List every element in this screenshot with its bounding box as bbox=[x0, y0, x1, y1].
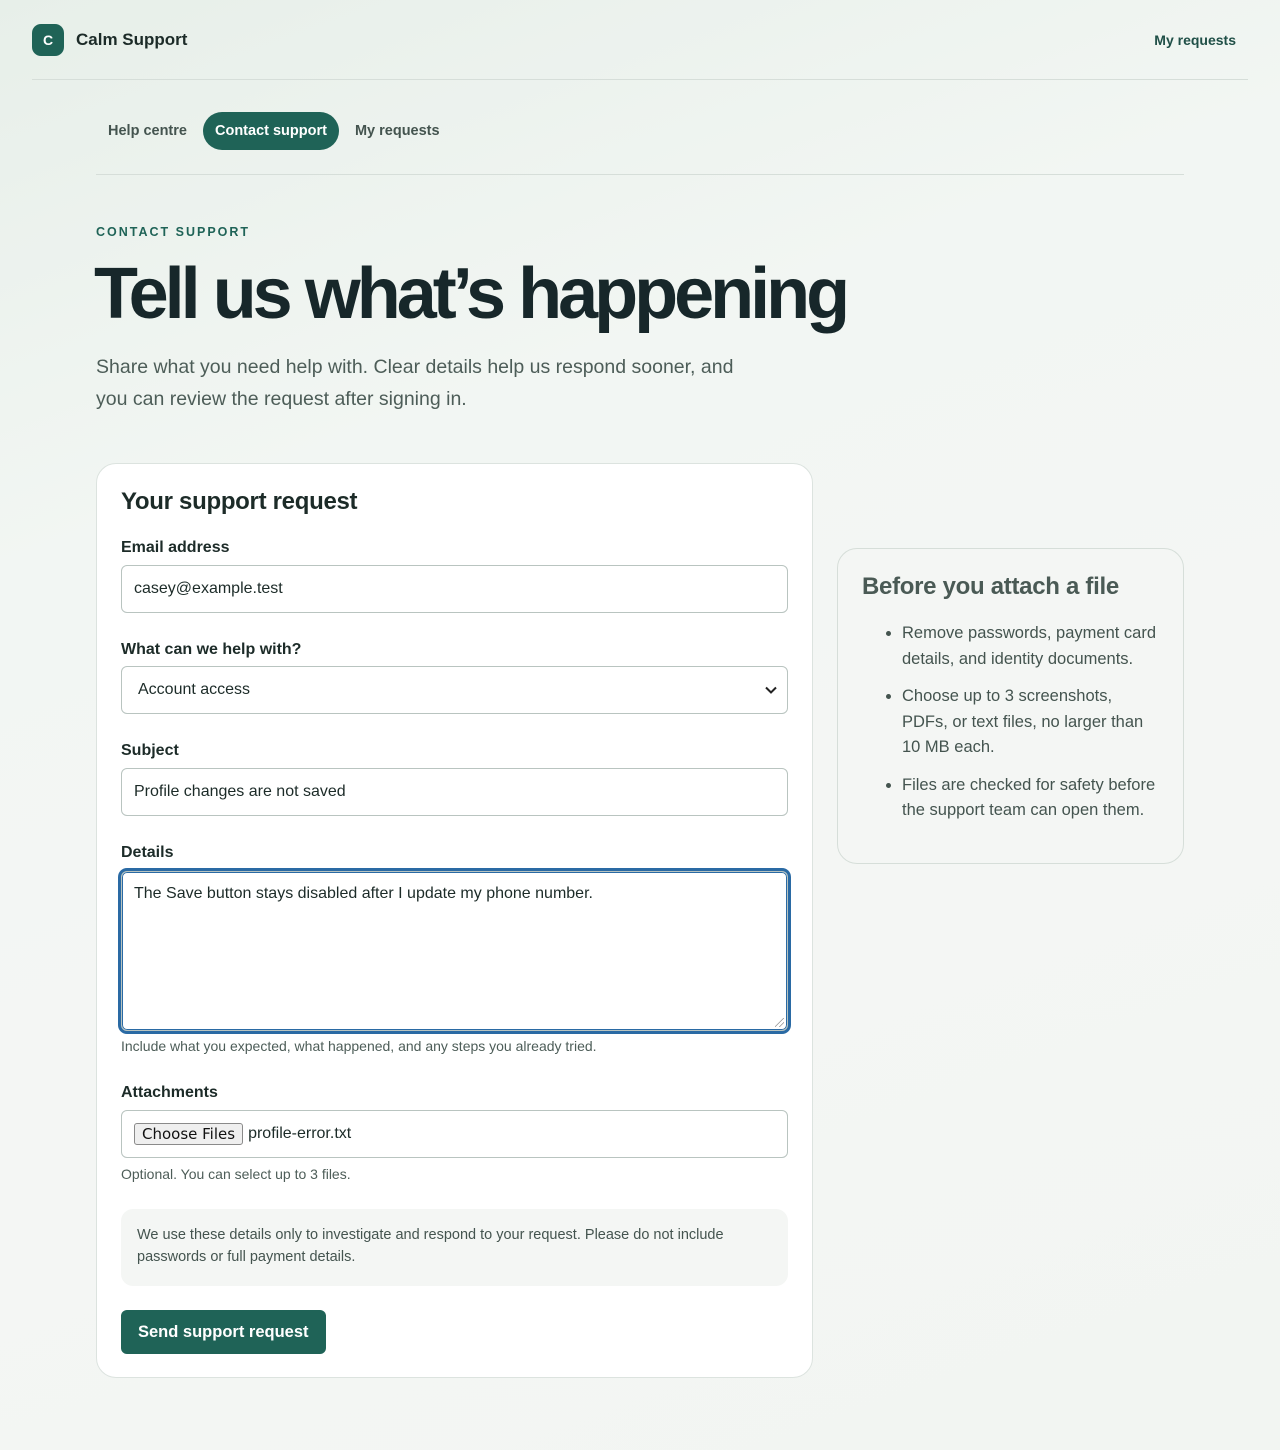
support-request-form: Your support request Email address casey… bbox=[96, 463, 813, 1378]
brand-logo: C bbox=[32, 23, 64, 56]
topic-selected-value: Account access bbox=[138, 681, 251, 698]
subject-label: Subject bbox=[121, 742, 179, 759]
attachments-label: Attachments bbox=[121, 1084, 218, 1101]
selected-file-name: profile-error.txt bbox=[248, 1125, 352, 1142]
list-item: Files are checked for safety before the … bbox=[902, 773, 1159, 824]
email-field[interactable]: casey@example.test bbox=[121, 565, 788, 613]
page-title: Tell us what’s happening bbox=[94, 254, 850, 334]
attachment-guidelines: Before you attach a file Remove password… bbox=[837, 548, 1184, 864]
form-title: Your support request bbox=[121, 488, 358, 515]
choose-files-button[interactable]: Choose Files bbox=[134, 1123, 244, 1145]
details-label: Details bbox=[121, 844, 174, 861]
section-tabs: Help centre Contact support My requests bbox=[96, 112, 1184, 175]
subject-value: Profile changes are not saved bbox=[134, 783, 346, 800]
details-hint: Include what you expected, what happened… bbox=[121, 1038, 597, 1054]
email-value: casey@example.test bbox=[134, 580, 283, 597]
topic-label: What can we help with? bbox=[121, 641, 302, 658]
guidelines-list: Remove passwords, payment card details, … bbox=[862, 621, 1159, 824]
header-my-requests-link[interactable]: My requests bbox=[1154, 32, 1236, 48]
top-bar: C Calm Support My requests bbox=[32, 0, 1248, 80]
topic-select[interactable]: Account access bbox=[121, 666, 788, 714]
list-item: Remove passwords, payment card details, … bbox=[902, 621, 1159, 672]
brand[interactable]: C Calm Support bbox=[32, 23, 188, 56]
details-textarea[interactable]: The Save button stays disabled after I u… bbox=[121, 871, 788, 1031]
chevron-down-icon bbox=[765, 683, 777, 697]
subject-field[interactable]: Profile changes are not saved bbox=[121, 768, 788, 816]
attachments-hint: Optional. You can select up to 3 files. bbox=[121, 1166, 351, 1182]
tab-help-centre[interactable]: Help centre bbox=[96, 112, 199, 150]
brand-name: Calm Support bbox=[76, 29, 188, 49]
list-item: Choose up to 3 screenshots, PDFs, or tex… bbox=[902, 684, 1159, 761]
page-intro: Share what you need help with. Clear det… bbox=[96, 356, 734, 410]
resize-handle[interactable] bbox=[775, 1018, 784, 1027]
details-value: The Save button stays disabled after I u… bbox=[134, 885, 593, 902]
send-support-request-button[interactable]: Send support request bbox=[121, 1310, 326, 1354]
eyebrow: CONTACT SUPPORT bbox=[96, 225, 251, 239]
email-label: Email address bbox=[121, 539, 230, 556]
guidelines-title: Before you attach a file bbox=[862, 573, 1119, 600]
tab-my-requests[interactable]: My requests bbox=[343, 112, 452, 150]
attachments-file-input[interactable]: Choose Files profile-error.txt bbox=[121, 1110, 788, 1158]
privacy-note: We use these details only to investigate… bbox=[121, 1209, 788, 1286]
tab-contact-support[interactable]: Contact support bbox=[202, 112, 339, 150]
